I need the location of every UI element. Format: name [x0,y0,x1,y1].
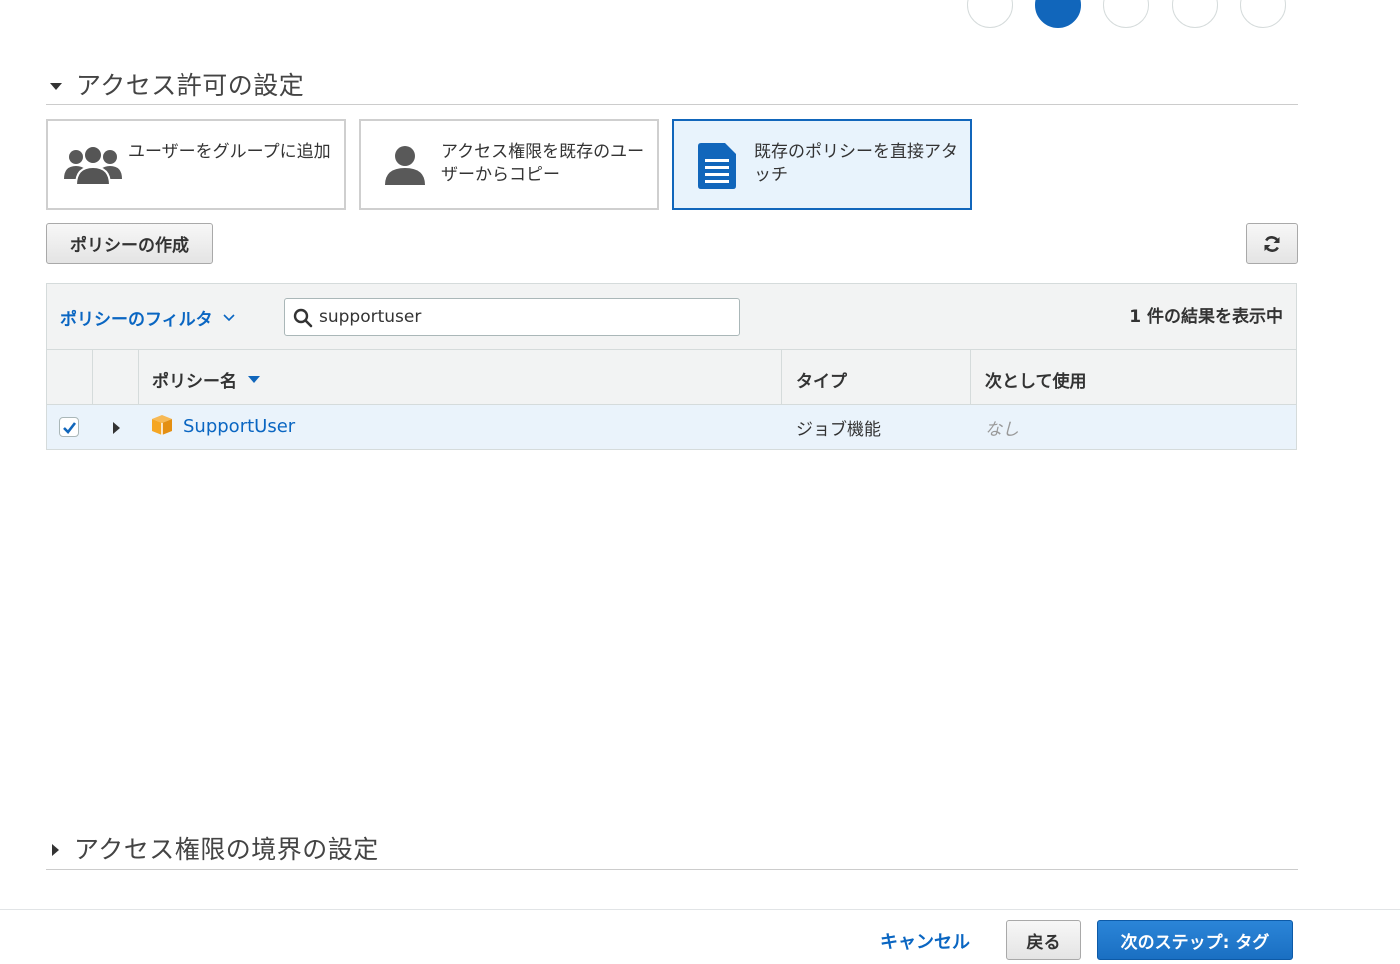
sort-descending-icon [248,376,260,383]
permissions-section-toggle[interactable]: アクセス許可の設定 [50,66,304,102]
option-copy-from-user[interactable]: アクセス権限を既存のユーザーからコピー [359,119,659,210]
document-icon [698,143,736,189]
step-3[interactable] [1103,0,1149,28]
users-group-icon [64,145,122,185]
policy-filter-dropdown[interactable]: ポリシーのフィルタ [60,305,235,330]
permissions-section-title: アクセス許可の設定 [76,71,305,100]
policy-table-header: ポリシー名 タイプ 次として使用 [46,350,1297,405]
section-divider [46,104,1298,105]
option-label: ユーザーをグループに追加 [128,142,331,162]
option-attach-existing-policy[interactable]: 既存のポリシーを直接アタッチ [672,119,972,210]
footer-divider [0,909,1400,910]
step-1[interactable] [967,0,1013,28]
column-label: ポリシー名 [152,372,237,392]
policy-name-link[interactable]: SupportUser [183,416,295,437]
policy-type: ジョブ機能 [796,420,881,440]
table-row[interactable]: SupportUser ジョブ機能 なし [46,405,1297,450]
result-count: 1 件の結果を表示中 [1129,307,1283,327]
caret-down-icon [50,82,62,90]
create-policy-button[interactable]: ポリシーの作成 [46,223,213,264]
column-header-used-as[interactable]: 次として使用 [985,367,1087,392]
chevron-down-icon [223,313,235,321]
boundary-section-title: アクセス権限の境界の設定 [74,835,379,864]
option-label: アクセス権限を既存のユーザーからコピー [441,142,645,185]
policy-filter-label: ポリシーのフィルタ [60,310,213,330]
next-step-button[interactable]: 次のステップ: タグ [1097,920,1293,960]
aws-cube-icon [152,415,172,435]
cancel-button[interactable]: キャンセル [880,928,970,954]
row-checkbox[interactable] [59,417,79,437]
step-4[interactable] [1172,0,1218,28]
policy-search-box[interactable] [284,298,740,336]
step-5[interactable] [1240,0,1286,28]
option-label: 既存のポリシーを直接アタッチ [754,142,958,185]
back-button[interactable]: 戻る [1006,920,1081,960]
policy-table-toolbar: ポリシーのフィルタ 1 件の結果を表示中 [46,283,1297,350]
policy-search-input[interactable] [317,304,727,330]
refresh-button[interactable] [1246,223,1298,264]
policy-used-as: なし [985,420,1019,440]
section-divider [46,869,1298,870]
checkmark-icon [63,422,77,434]
option-add-to-group[interactable]: ユーザーをグループに追加 [46,119,346,210]
step-2[interactable] [1035,0,1081,28]
cancel-label: キャンセル [880,932,970,953]
expand-row-icon[interactable] [113,422,120,434]
caret-right-icon [52,844,59,856]
boundary-section-toggle[interactable]: アクセス権限の境界の設定 [52,830,379,866]
user-icon [385,146,425,185]
search-icon [293,308,313,328]
refresh-icon [1264,235,1280,252]
column-header-policy-name[interactable]: ポリシー名 [152,367,260,392]
column-header-type[interactable]: タイプ [796,367,847,392]
